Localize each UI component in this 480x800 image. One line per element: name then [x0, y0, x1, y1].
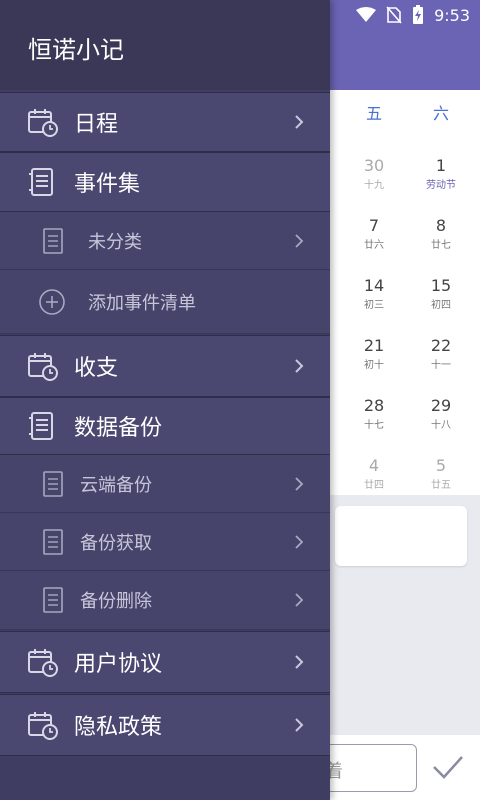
wifi-icon	[356, 7, 377, 22]
menu-item-label: 事件集	[74, 172, 141, 197]
calendar-clock-icon	[28, 109, 58, 137]
menu-subitem-label: 云端备份	[80, 474, 152, 496]
weekday-sat: 六	[432, 104, 449, 123]
chevron-right-icon	[295, 359, 304, 373]
app-title: 恒诺小记	[28, 36, 124, 64]
menu-item-user-agreement[interactable]: 用户协议	[0, 631, 330, 693]
battery-charging-icon	[413, 5, 424, 24]
day-cell[interactable]: 29 十八	[411, 396, 471, 431]
day-cell[interactable]: 30 十九	[344, 156, 404, 191]
notebook-icon	[29, 412, 53, 440]
menu-subitem-backup-fetch[interactable]: 备份获取	[0, 513, 330, 571]
menu-subitem-label: 备份删除	[80, 591, 152, 612]
chevron-right-icon	[295, 534, 304, 549]
menu-item-event-set[interactable]: 事件集	[0, 152, 330, 212]
menu-item-data-backup[interactable]: 数据备份	[0, 397, 330, 455]
menu-item-label: 数据备份	[74, 416, 163, 441]
navigation-drawer: 恒诺小记 日程 事件集 未分类 添加事件清单 收支 数据备份 云端备份 备份获取…	[0, 0, 330, 800]
menu-item-privacy-policy[interactable]: 隐私政策	[0, 694, 330, 756]
menu-item-label: 收支	[74, 356, 119, 381]
no-sim-icon	[386, 6, 402, 24]
menu-subitem-label: 备份获取	[80, 532, 152, 554]
day-cell[interactable]: 22 十一	[411, 336, 471, 371]
menu-item-label: 用户协议	[74, 652, 163, 677]
document-icon	[43, 587, 63, 613]
chevron-right-icon	[295, 476, 304, 491]
document-icon	[43, 470, 63, 497]
chevron-right-icon	[295, 593, 304, 607]
event-input[interactable]: 着	[320, 744, 417, 792]
menu-item-income-expense[interactable]: 收支	[0, 335, 330, 397]
calendar-clock-icon	[28, 649, 58, 677]
add-circle-icon	[39, 288, 65, 315]
document-icon	[43, 528, 63, 555]
day-cell[interactable]: 7 廿六	[344, 216, 404, 251]
day-cell[interactable]: 14 初三	[344, 276, 404, 311]
menu-subitem-add-list[interactable]: 添加事件清单	[0, 270, 330, 334]
menu-subitem-label: 未分类	[88, 231, 142, 253]
check-icon[interactable]	[430, 752, 466, 782]
day-cell[interactable]: 4 廿四	[344, 456, 404, 491]
day-cell[interactable]: 21 初十	[344, 336, 404, 371]
menu-subitem-label: 添加事件清单	[88, 292, 196, 314]
day-cell[interactable]: 28 十七	[344, 396, 404, 431]
day-cell[interactable]: 1 劳动节	[411, 156, 471, 191]
chevron-right-icon	[295, 115, 304, 129]
menu-subitem-backup-delete[interactable]: 备份删除	[0, 571, 330, 630]
weekday-fri: 五	[365, 104, 382, 123]
day-cell[interactable]: 8 廿七	[411, 216, 471, 251]
day-cell[interactable]: 5 廿五	[411, 456, 471, 491]
menu-subitem-cloud-backup[interactable]: 云端备份	[0, 455, 330, 513]
chevron-right-icon	[295, 233, 304, 248]
notebook-icon	[29, 168, 53, 196]
document-icon	[43, 227, 63, 254]
status-time: 9:53	[434, 5, 470, 25]
drawer-header: 恒诺小记	[0, 0, 330, 90]
note-card[interactable]	[335, 506, 467, 566]
menu-item-label: 日程	[74, 112, 119, 137]
menu-item-schedule[interactable]: 日程	[0, 92, 330, 152]
chevron-right-icon	[295, 718, 304, 732]
chevron-right-icon	[295, 655, 304, 669]
calendar-clock-icon	[28, 353, 58, 381]
menu-subitem-uncategorized[interactable]: 未分类	[0, 212, 330, 270]
day-cell[interactable]: 15 初四	[411, 276, 471, 311]
status-bar: 9:53	[356, 0, 470, 30]
menu-item-label: 隐私政策	[74, 715, 163, 740]
calendar-clock-icon	[28, 712, 58, 740]
